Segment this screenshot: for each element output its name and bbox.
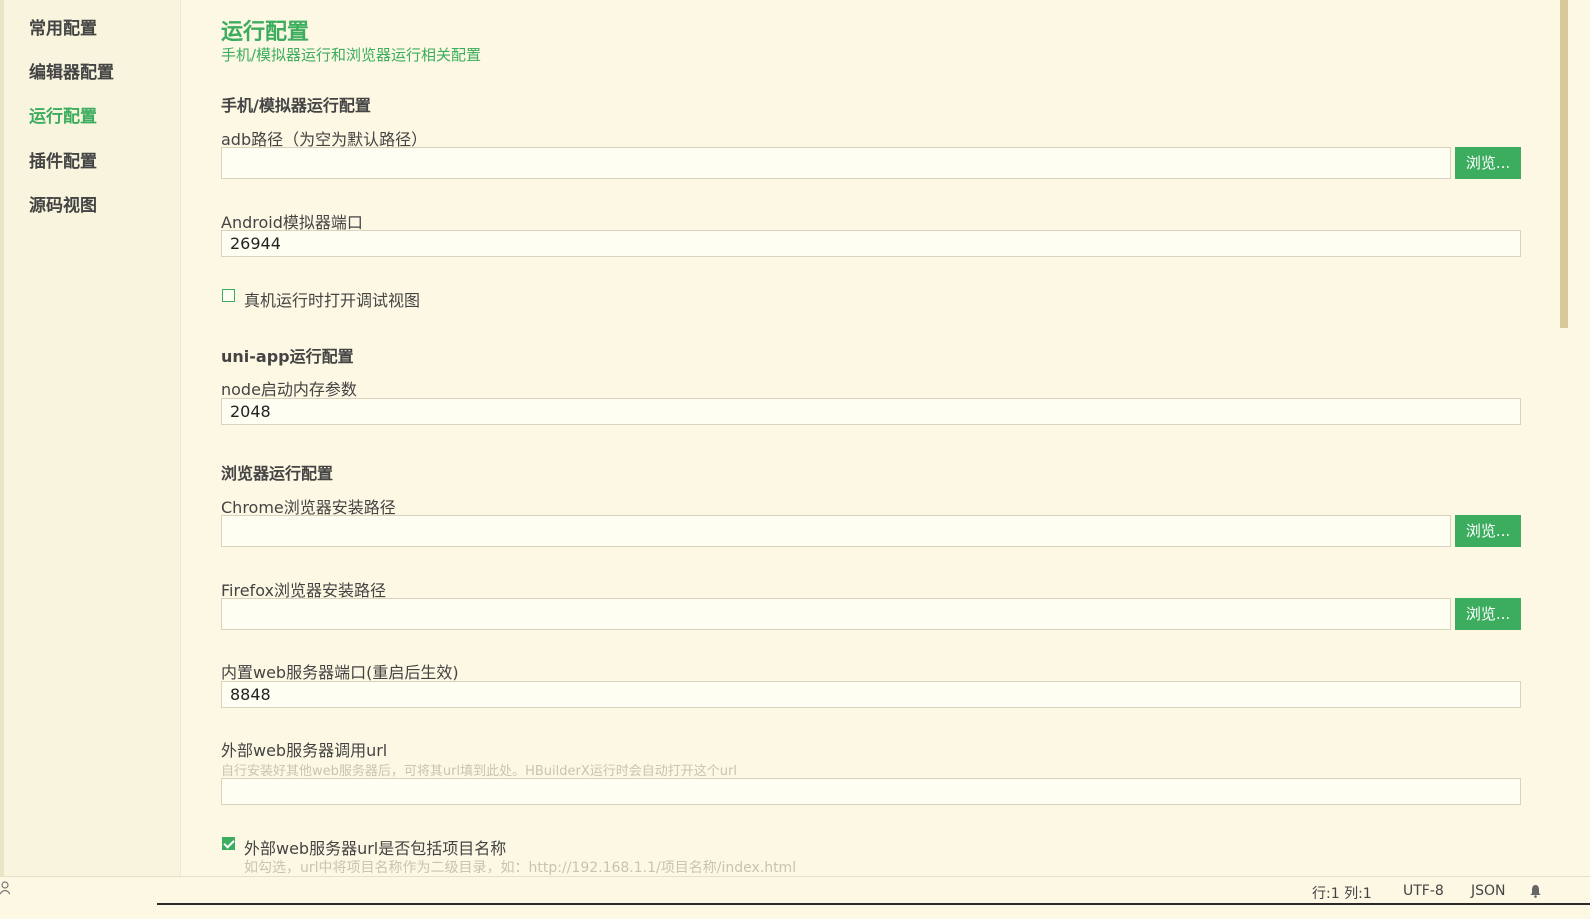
node-memory-input[interactable] [221, 398, 1521, 425]
encoding-indicator[interactable]: UTF-8 [1403, 883, 1444, 899]
firefox-browse-button[interactable]: 浏览... [1455, 598, 1521, 630]
section-title-uniapp: uni-app运行配置 [221, 347, 354, 366]
sidebar: 常用配置 编辑器配置 运行配置 插件配置 源码视图 [0, 0, 181, 876]
web-port-input[interactable] [221, 681, 1521, 708]
bottom-margin [0, 905, 1590, 919]
page-title: 运行配置 [221, 20, 310, 45]
external-url-hint: 自行安装好其他web服务器后，可将其url填到此处。HBuilderX运行时会自… [221, 764, 737, 779]
web-port-label: 内置web服务器端口(重启后生效) [221, 663, 459, 682]
sidebar-item-source-view[interactable]: 源码视图 [29, 191, 97, 216]
external-url-label: 外部web服务器调用url [221, 741, 388, 760]
debug-view-label: 真机运行时打开调试视图 [244, 291, 421, 310]
chrome-path-input[interactable] [221, 515, 1451, 547]
include-project-name-hint: 如勾选，url中将项目名称作为二级目录，如：http://192.168.1.1… [244, 860, 797, 876]
settings-panel: 运行配置 手机/模拟器运行和浏览器运行相关配置 手机/模拟器运行配置 adb路径… [182, 0, 1560, 876]
language-mode[interactable]: JSON [1471, 883, 1506, 899]
adb-browse-button[interactable]: 浏览... [1455, 147, 1521, 179]
bell-icon[interactable] [1529, 884, 1542, 902]
android-port-input[interactable] [221, 230, 1521, 257]
sidebar-item-common[interactable]: 常用配置 [29, 14, 97, 39]
external-url-input[interactable] [221, 778, 1521, 805]
firefox-path-input[interactable] [221, 598, 1451, 630]
section-title-mobile: 手机/模拟器运行配置 [221, 96, 371, 115]
chrome-browse-button[interactable]: 浏览... [1455, 515, 1521, 547]
status-bar: 行:1 列:1 UTF-8 JSON [0, 876, 1590, 906]
node-memory-label: node启动内存参数 [221, 380, 357, 399]
sidebar-item-run[interactable]: 运行配置 [29, 102, 97, 127]
user-icon[interactable] [0, 881, 11, 899]
scrollbar-thumb[interactable] [1560, 0, 1568, 328]
debug-view-checkbox[interactable] [222, 289, 235, 302]
sidebar-item-editor[interactable]: 编辑器配置 [29, 58, 114, 83]
section-title-browser: 浏览器运行配置 [221, 464, 334, 483]
sidebar-item-plugin[interactable]: 插件配置 [29, 147, 97, 172]
cursor-position[interactable]: 行:1 列:1 [1312, 883, 1372, 903]
adb-path-input[interactable] [221, 147, 1451, 179]
page-subtitle: 手机/模拟器运行和浏览器运行相关配置 [221, 46, 482, 64]
include-project-name-checkbox[interactable] [222, 837, 235, 850]
include-project-name-label: 外部web服务器url是否包括项目名称 [244, 839, 507, 858]
